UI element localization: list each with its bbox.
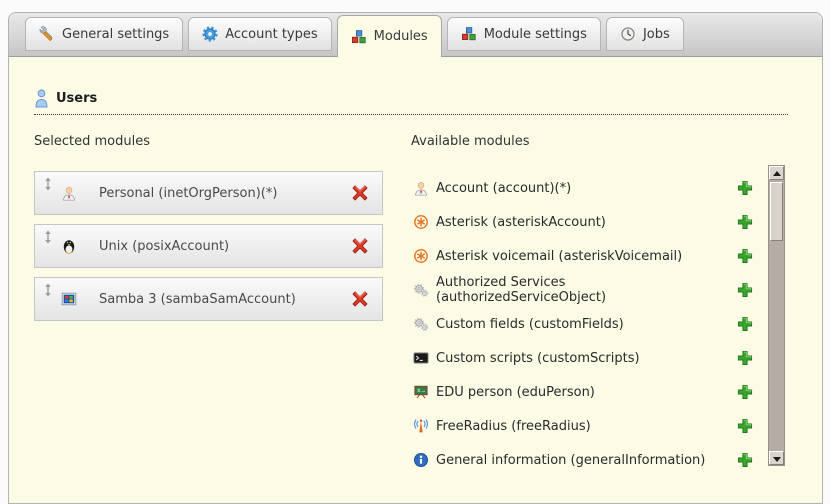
available-module-row: Asterisk (asteriskAccount) <box>411 205 761 239</box>
asterisk-icon <box>413 214 429 230</box>
scrollbar-thumb[interactable] <box>770 182 783 241</box>
available-module-row: Authorized Services (authorizedServiceOb… <box>411 273 761 307</box>
tab-module-settings[interactable]: Module settings <box>447 17 601 51</box>
tab-account-types[interactable]: Account types <box>188 17 331 51</box>
tab-strip: General settings Account types Modules Modu… <box>9 13 822 57</box>
person-icon <box>413 180 429 196</box>
scrollbar-down-button[interactable] <box>769 451 784 465</box>
module-columns: Selected modules Personal (inetOrgPerson… <box>34 134 822 477</box>
available-modules-column: Available modules Account (account)(*) As… <box>411 134 761 477</box>
tab-label: Jobs <box>643 27 670 42</box>
scrollbar-track[interactable] <box>768 165 785 466</box>
gear-icon <box>202 26 218 42</box>
add-icon[interactable] <box>737 384 753 400</box>
add-icon[interactable] <box>737 452 753 468</box>
delete-icon[interactable] <box>351 237 369 255</box>
selected-module-label: Samba 3 (sambaSamAccount) <box>99 292 296 307</box>
selected-module-label: Unix (posixAccount) <box>99 239 229 254</box>
available-module-row: Custom scripts (customScripts) <box>411 341 761 375</box>
drag-handle-icon[interactable] <box>43 283 53 297</box>
gears-icon <box>413 316 429 332</box>
available-module-label: Account (account)(*) <box>436 181 571 196</box>
tab-label: Module settings <box>484 27 587 42</box>
available-module-label: EDU person (eduPerson) <box>436 385 595 400</box>
tux-icon <box>61 238 77 254</box>
available-module-label: Authorized Services (authorizedServiceOb… <box>436 275 737 305</box>
tab-label: Account types <box>225 27 317 42</box>
available-modules-heading: Available modules <box>411 134 761 150</box>
scroll-up-icon <box>773 171 781 176</box>
add-icon[interactable] <box>737 350 753 366</box>
asterisk-icon <box>413 248 429 264</box>
blackboard-icon <box>413 384 429 400</box>
add-icon[interactable] <box>737 282 753 298</box>
tab-label: General settings <box>62 27 169 42</box>
selected-modules-list: Personal (inetOrgPerson)(*) Unix (posixAc… <box>34 171 383 321</box>
available-module-label: FreeRadius (freeRadius) <box>436 419 591 434</box>
delete-icon[interactable] <box>351 184 369 202</box>
available-module-row: Account (account)(*) <box>411 171 761 205</box>
available-module-label: Custom fields (customFields) <box>436 317 624 332</box>
scrollbar-up-button[interactable] <box>769 166 784 180</box>
tab-general-settings[interactable]: General settings <box>25 17 183 51</box>
modules-icon <box>461 26 477 42</box>
available-module-label: General information (generalInformation) <box>436 453 705 468</box>
add-icon[interactable] <box>737 180 753 196</box>
selected-module-label: Personal (inetOrgPerson)(*) <box>99 186 277 201</box>
section-title: Users <box>56 91 97 106</box>
available-module-row: EDU person (eduPerson) <box>411 375 761 409</box>
user-icon <box>34 89 49 108</box>
available-module-row: General information (generalInformation) <box>411 443 761 477</box>
scroll-down-icon <box>773 457 781 462</box>
antenna-icon <box>413 418 429 434</box>
wrench-icon <box>39 26 55 42</box>
add-icon[interactable] <box>737 248 753 264</box>
available-module-label: Asterisk (asteriskAccount) <box>436 215 606 230</box>
terminal-icon <box>413 350 429 366</box>
add-icon[interactable] <box>737 316 753 332</box>
delete-icon[interactable] <box>351 290 369 308</box>
gears-icon <box>413 282 429 298</box>
available-module-row: FreeRadius (freeRadius) <box>411 409 761 443</box>
available-module-row: Custom fields (customFields) <box>411 307 761 341</box>
selected-module-row: Samba 3 (sambaSamAccount) <box>34 277 383 321</box>
modules-icon <box>351 29 367 45</box>
person-icon <box>61 185 77 201</box>
available-module-label: Custom scripts (customScripts) <box>436 351 640 366</box>
selected-module-row: Unix (posixAccount) <box>34 224 383 268</box>
info-icon <box>413 452 429 468</box>
selected-modules-heading: Selected modules <box>34 134 383 150</box>
selected-modules-column: Selected modules Personal (inetOrgPerson… <box>34 134 383 477</box>
tab-jobs[interactable]: Jobs <box>606 17 684 51</box>
clock-icon <box>620 26 636 42</box>
selected-module-row: Personal (inetOrgPerson)(*) <box>34 171 383 215</box>
drag-handle-icon[interactable] <box>43 230 53 244</box>
drag-handle-icon[interactable] <box>43 177 53 191</box>
tab-label: Modules <box>374 29 428 44</box>
section-heading: Users <box>34 89 788 115</box>
settings-window: General settings Account types Modules Modu… <box>8 12 823 504</box>
add-icon[interactable] <box>737 418 753 434</box>
available-module-label: Asterisk voicemail (asteriskVoicemail) <box>436 249 682 264</box>
available-modules-list: Account (account)(*) Asterisk (asteriskAc… <box>411 171 761 477</box>
windows-icon <box>61 291 77 307</box>
available-module-row: Asterisk voicemail (asteriskVoicemail) <box>411 239 761 273</box>
tab-modules[interactable]: Modules <box>337 15 442 57</box>
add-icon[interactable] <box>737 214 753 230</box>
